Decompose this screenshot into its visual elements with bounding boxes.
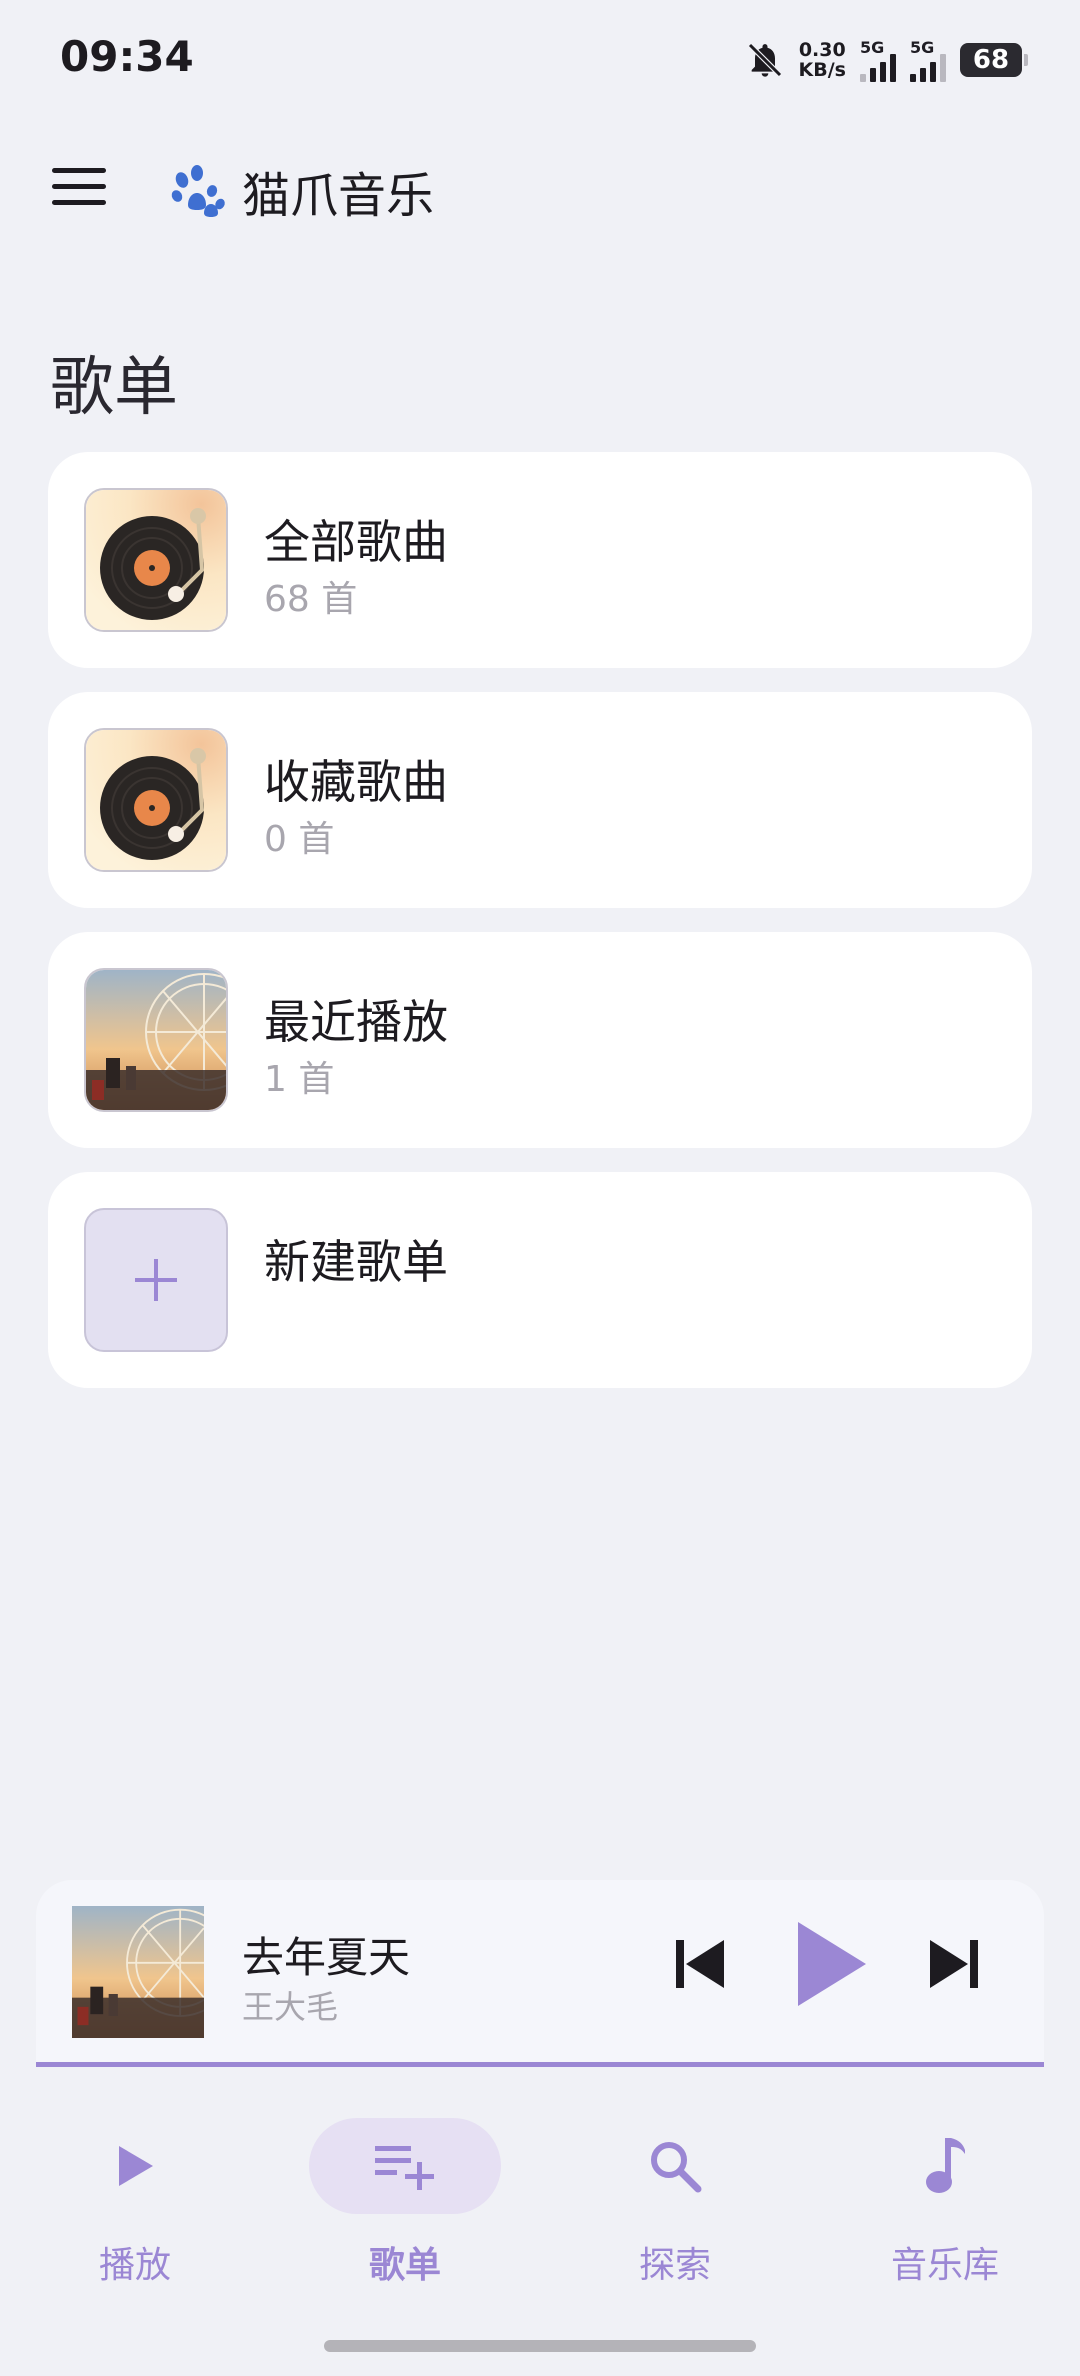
nav-item-library[interactable]: 音乐库	[835, 2118, 1055, 2298]
playlist-count: 68 首	[264, 579, 358, 620]
play-button[interactable]	[794, 1920, 868, 2012]
vinyl-cover-image	[84, 728, 228, 872]
playlist-title: 全部歌曲	[264, 515, 448, 569]
playlist-count: 0 首	[264, 819, 335, 860]
signal-icon: 5G	[860, 38, 896, 82]
music-note-icon	[926, 2138, 965, 2193]
battery-level: 68	[972, 45, 1010, 75]
nav-pill	[309, 2118, 501, 2214]
nav-pill	[39, 2118, 231, 2214]
now-playing-title: 去年夏天	[242, 1933, 411, 1982]
now-playing-cover	[72, 1906, 204, 2038]
net-speed-unit: KB/s	[798, 59, 846, 81]
signal-icon: 5G	[910, 38, 946, 82]
playlist-add-icon	[375, 2146, 434, 2190]
signal-label: 5G	[860, 38, 885, 57]
previous-button[interactable]	[672, 1936, 728, 1996]
menu-icon	[52, 167, 106, 173]
nav-pill	[849, 2118, 1041, 2214]
ferris-wheel-cover-image	[84, 968, 228, 1112]
bell-off-icon	[747, 43, 782, 77]
status-icons: 0.30 KB/s 5G 5G 68	[745, 36, 1028, 84]
bottom-navigation: 播放 歌单 探索 音乐库	[0, 2100, 1080, 2300]
add-playlist-cover	[84, 1208, 228, 1352]
app-title: 猫爪音乐	[168, 156, 434, 226]
menu-button[interactable]	[52, 158, 116, 214]
net-speed-value: 0.30	[798, 39, 846, 61]
search-icon	[651, 2142, 702, 2193]
playlist-count: 1 首	[264, 1059, 335, 1100]
play-icon	[798, 1922, 866, 2006]
nav-item-play[interactable]: 播放	[25, 2118, 245, 2298]
menu-icon	[52, 183, 106, 189]
nav-label: 音乐库	[890, 2245, 999, 2286]
nav-label: 探索	[638, 2245, 711, 2286]
signal-label: 5G	[910, 38, 935, 57]
status-bar: 09:34 0.30 KB/s 5G 5G 68	[0, 0, 1080, 120]
vinyl-cover-image	[84, 488, 228, 632]
app-title-text: 猫爪音乐	[242, 168, 435, 224]
home-indicator[interactable]	[324, 2340, 756, 2352]
nav-item-explore[interactable]: 探索	[565, 2118, 785, 2298]
playlist-title: 最近播放	[264, 995, 448, 1049]
paw-icon	[171, 165, 225, 217]
battery-icon: 68	[960, 43, 1028, 77]
net-speed: 0.30 KB/s	[799, 40, 846, 80]
page-title: 歌单	[50, 351, 178, 425]
playlist-list: 全部歌曲 68 首 收藏歌曲 0 首 最近播放 1 首 新建歌单	[48, 452, 1032, 1412]
nav-pill	[579, 2118, 771, 2214]
nav-label: 歌单	[368, 2245, 441, 2286]
menu-icon	[52, 199, 106, 205]
playlist-title: 收藏歌曲	[264, 755, 448, 809]
skip-previous-icon	[676, 1940, 724, 1988]
now-playing-artist: 王大毛	[242, 1988, 339, 2026]
next-button[interactable]	[926, 1936, 982, 1996]
nav-label: 播放	[98, 2245, 171, 2286]
status-time: 09:34	[60, 32, 194, 81]
app-bar: 猫爪音乐	[0, 140, 1080, 230]
plus-icon	[135, 1259, 177, 1301]
playlist-title: 新建歌单	[264, 1235, 448, 1289]
playback-progress-line[interactable]	[36, 2062, 1044, 2067]
nav-item-playlists[interactable]: 歌单	[295, 2118, 515, 2298]
skip-next-icon	[930, 1940, 978, 1988]
playlist-item-favorites[interactable]: 收藏歌曲 0 首	[48, 692, 1032, 908]
mini-player[interactable]: 去年夏天 王大毛	[36, 1880, 1044, 2066]
playlist-item-all-songs[interactable]: 全部歌曲 68 首	[48, 452, 1032, 668]
play-icon	[119, 2146, 153, 2186]
playlist-item-new[interactable]: 新建歌单	[48, 1172, 1032, 1388]
playlist-item-recent[interactable]: 最近播放 1 首	[48, 932, 1032, 1148]
